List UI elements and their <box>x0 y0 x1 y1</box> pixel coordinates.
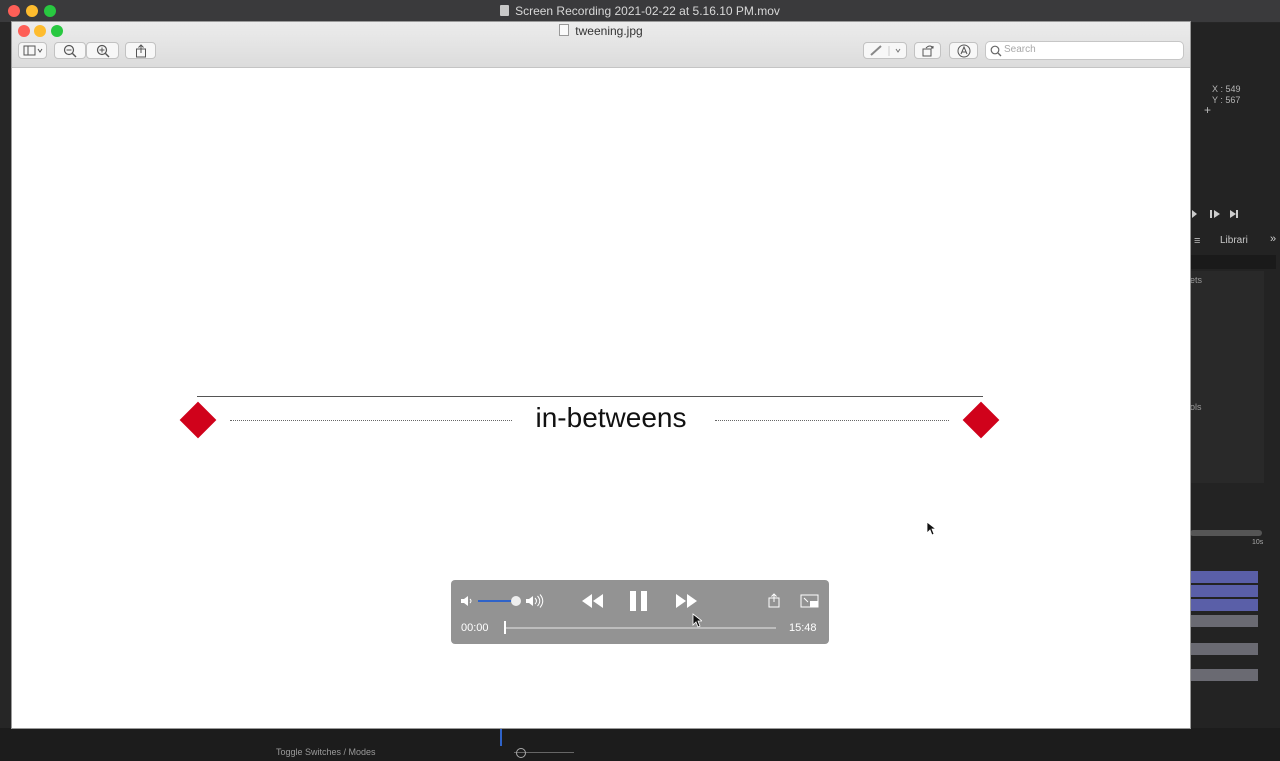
coord-y: Y : 567 <box>1212 95 1241 105</box>
pause-icon[interactable] <box>629 590 649 612</box>
duration-label: 15:48 <box>789 622 817 634</box>
panel-overflow-icon[interactable]: » <box>1270 233 1276 245</box>
current-time-indicator[interactable] <box>500 728 502 746</box>
coordinate-readout: X : 549 Y : 567 <box>1212 84 1241 106</box>
zoom-out-icon <box>63 44 77 57</box>
share-icon <box>135 43 146 57</box>
zoom-slider-knob[interactable] <box>516 748 526 758</box>
search-icon <box>990 45 1002 57</box>
volume-low-icon[interactable] <box>460 595 474 607</box>
window-title: Screen Recording 2021-02-22 at 5.16.10 P… <box>0 4 1280 18</box>
movie-file-icon <box>500 5 510 16</box>
background-app-left-edge <box>0 23 12 761</box>
background-app-bottom-bar: Toggle Switches / Modes <box>0 728 1280 761</box>
layer-bar[interactable] <box>1190 615 1258 627</box>
playback-controls-icon[interactable] <box>1192 207 1242 221</box>
layer-bar[interactable] <box>1190 571 1258 583</box>
libraries-tab[interactable]: Librari <box>1220 235 1248 246</box>
annotate-button[interactable] <box>949 42 978 59</box>
zoom-in-icon <box>96 44 109 57</box>
layer-bar[interactable] <box>1190 643 1258 655</box>
timeline-time-label: 10s <box>1252 539 1264 546</box>
picture-in-picture-icon[interactable] <box>800 594 819 608</box>
playback-controls-hud: 00:00 15:48 <box>451 580 829 644</box>
rotate-button[interactable] <box>914 42 941 59</box>
window-title-text: Screen Recording 2021-02-22 at 5.16.10 P… <box>515 4 780 18</box>
rewind-icon[interactable] <box>581 593 605 609</box>
current-time-label: 00:00 <box>461 622 489 634</box>
libraries-panel: ets ols <box>1190 271 1264 483</box>
playback-scrubber[interactable] <box>504 627 776 629</box>
markup-pen-icon <box>870 44 901 56</box>
panel-item-assets: ets <box>1190 275 1203 285</box>
volume-high-icon[interactable] <box>525 594 545 608</box>
search-input[interactable]: Search <box>985 41 1184 60</box>
quicktime-titlebar: Screen Recording 2021-02-22 at 5.16.10 P… <box>0 0 1280 23</box>
markup-pen-button[interactable] <box>863 42 907 59</box>
layer-bar[interactable] <box>1190 669 1258 681</box>
image-canvas: in-betweens 00:00 15:48 <box>12 68 1190 728</box>
toggle-switches-modes-label[interactable]: Toggle Switches / Modes <box>276 747 376 757</box>
timeline-line <box>197 396 983 397</box>
sidebar-toggle-button[interactable] <box>18 42 47 59</box>
zoom-in-button[interactable] <box>86 42 119 59</box>
rotate-icon <box>922 45 933 57</box>
in-betweens-label: in-betweens <box>535 402 687 433</box>
preview-title: tweening.jpg <box>12 24 1190 38</box>
preview-window: tweening.jpg Search in-betweens 00:00 15… <box>12 22 1190 728</box>
preview-title-text: tweening.jpg <box>575 24 643 38</box>
background-app-right-panel: X : 549 Y : 567 + ≡ Librari » ets ols 10… <box>1190 23 1280 761</box>
panel-search-field[interactable] <box>1190 255 1276 269</box>
search-placeholder: Search <box>1004 44 1036 55</box>
fast-forward-icon[interactable] <box>675 593 699 609</box>
timeline-zoom-bar[interactable] <box>1190 530 1262 536</box>
panel-menu-icon[interactable]: ≡ <box>1194 235 1200 247</box>
playback-scrubber-knob[interactable] <box>504 621 506 634</box>
sidebar-toggle-icon <box>23 45 42 56</box>
mouse-cursor-icon <box>692 613 702 628</box>
crosshair-icon: + <box>1204 103 1212 117</box>
mouse-cursor-icon <box>926 521 936 536</box>
layer-bar[interactable] <box>1190 585 1258 597</box>
layer-bar[interactable] <box>1190 599 1258 611</box>
annotate-icon <box>957 44 970 57</box>
preview-toolbar: tweening.jpg Search <box>12 22 1190 68</box>
volume-slider-knob[interactable] <box>511 596 521 606</box>
image-file-icon <box>559 24 570 36</box>
zoom-out-button[interactable] <box>54 42 86 59</box>
coord-x: X : 549 <box>1212 84 1241 94</box>
share-button[interactable] <box>125 42 156 59</box>
share-icon[interactable] <box>767 593 781 608</box>
